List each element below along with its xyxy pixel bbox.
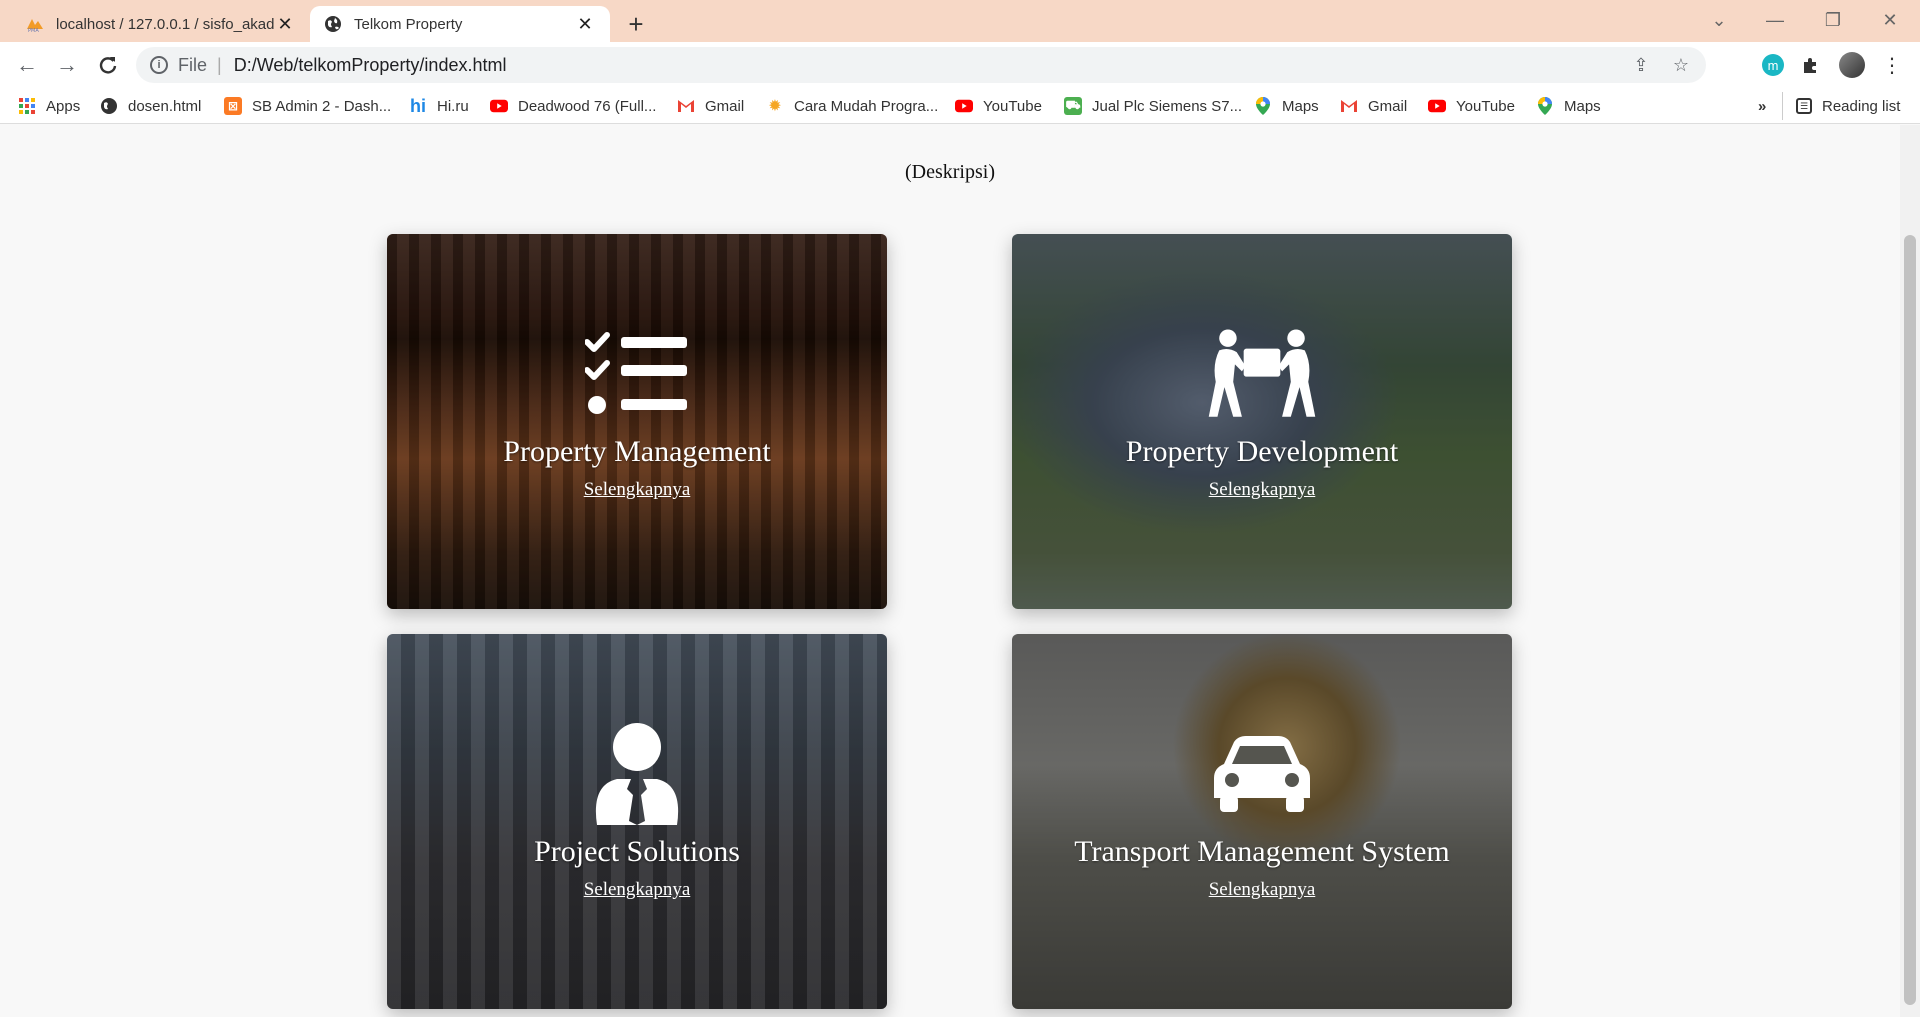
- bookmark-star-icon[interactable]: ☆: [1666, 50, 1696, 80]
- bookmarks-overflow-button[interactable]: »: [1758, 95, 1766, 117]
- card-transport-management[interactable]: Transport Management System Selengkapnya: [1012, 634, 1512, 1009]
- bookmark-label: Maps: [1282, 97, 1319, 115]
- reading-list-button[interactable]: ☰ Reading list: [1796, 95, 1900, 117]
- reload-button[interactable]: [93, 50, 123, 80]
- bookmark-maps[interactable]: Maps: [1254, 95, 1319, 117]
- profile-avatar[interactable]: [1838, 51, 1866, 79]
- card-title: Transport Management System: [1074, 835, 1450, 868]
- bookmark-label: Gmail: [705, 97, 745, 115]
- page-content: (Deskripsi) Property Management Selengka…: [0, 125, 1900, 1017]
- card-project-solutions[interactable]: Project Solutions Selengkapnya: [387, 634, 887, 1009]
- bookmark-maps[interactable]: Maps: [1536, 95, 1601, 117]
- share-icon[interactable]: ⇪: [1626, 50, 1656, 80]
- bookmark-deadwood[interactable]: Deadwood 76 (Full...: [490, 95, 656, 117]
- window-close-icon[interactable]: ✕: [1870, 6, 1910, 34]
- bookmark-gmail[interactable]: Gmail: [677, 95, 744, 117]
- card-link[interactable]: Selengkapnya: [584, 879, 691, 901]
- minimize-icon[interactable]: —: [1755, 6, 1795, 34]
- tab-title: localhost / 127.0.0.1 / sisfo_akade: [56, 15, 274, 33]
- forward-button[interactable]: →: [52, 50, 82, 80]
- xampp-icon: ⊠: [224, 97, 242, 115]
- tab-title: Telkom Property: [354, 15, 463, 33]
- bookmark-label: Hi.ru: [437, 97, 469, 115]
- bookmark-gmail[interactable]: Gmail: [1340, 95, 1407, 117]
- close-tab-icon[interactable]: ✕: [274, 13, 296, 35]
- new-tab-button[interactable]: +: [622, 9, 650, 39]
- maps-icon: [1254, 97, 1272, 115]
- restore-icon[interactable]: ❐: [1813, 6, 1853, 34]
- apps-grid-icon: [18, 97, 36, 115]
- divider: |: [217, 54, 222, 75]
- svg-text:PMA: PMA: [28, 28, 39, 33]
- divider: [1782, 92, 1783, 120]
- youtube-icon: [1428, 97, 1446, 115]
- reading-list-label: Reading list: [1822, 97, 1901, 115]
- card-property-development[interactable]: Property Development Selengkapnya: [1012, 234, 1512, 609]
- bookmark-label: Jual Plc Siemens S7...: [1092, 97, 1243, 115]
- bookmark-label: Maps: [1564, 97, 1601, 115]
- bookmark-label: YouTube: [1456, 97, 1515, 115]
- reload-icon: [99, 57, 117, 74]
- card-property-management[interactable]: Property Management Selengkapnya: [387, 234, 887, 609]
- bookmark-label: SB Admin 2 - Dash...: [252, 97, 392, 115]
- tab-phpmyadmin[interactable]: PMA localhost / 127.0.0.1 / sisfo_akade …: [16, 6, 306, 42]
- people-carry-box-icon: [1207, 329, 1317, 419]
- browser-toolbar: ← → i File | D:/Web/telkomProperty/index…: [0, 42, 1920, 88]
- bookmark-label: YouTube: [983, 97, 1042, 115]
- bookmark-hiru[interactable]: hi Hi.ru: [409, 95, 469, 117]
- gear-icon: ✹: [768, 98, 782, 115]
- hi-icon: hi: [410, 95, 426, 116]
- gmail-icon: [677, 97, 695, 115]
- close-tab-icon[interactable]: ✕: [574, 13, 596, 35]
- gmail-icon: [1340, 97, 1358, 115]
- site-info-icon[interactable]: i: [150, 56, 168, 74]
- extensions-puzzle-icon[interactable]: [1797, 51, 1825, 79]
- globe-icon: [100, 97, 118, 115]
- phpmyadmin-icon: PMA: [26, 15, 44, 34]
- card-title: Project Solutions: [534, 835, 740, 868]
- tab-telkom-property[interactable]: Telkom Property ✕: [310, 6, 610, 42]
- browser-menu-icon[interactable]: ⋮: [1878, 51, 1906, 79]
- tab-strip: PMA localhost / 127.0.0.1 / sisfo_akade …: [0, 0, 1920, 42]
- card-title: Property Development: [1125, 435, 1399, 468]
- vertical-scrollbar[interactable]: [1900, 125, 1920, 1017]
- globe-icon: [324, 15, 342, 33]
- bag-icon: ⛟: [1064, 97, 1082, 115]
- card-title: Property Management: [503, 435, 771, 468]
- bookmark-youtube[interactable]: YouTube: [1428, 95, 1515, 117]
- tab-search-icon[interactable]: ⌄: [1699, 6, 1739, 34]
- bookmarks-bar: Apps dosen.html ⊠ SB Admin 2 - Dash... h…: [0, 88, 1920, 124]
- scrollbar-thumb[interactable]: [1904, 235, 1916, 1005]
- checklist-icon: [582, 329, 692, 419]
- address-bar[interactable]: i File | D:/Web/telkomProperty/index.htm…: [136, 47, 1706, 83]
- bookmark-jual-plc[interactable]: ⛟ Jual Plc Siemens S7...: [1064, 95, 1242, 117]
- user-tie-icon: [582, 723, 692, 825]
- card-link[interactable]: Selengkapnya: [584, 479, 691, 501]
- back-button[interactable]: ←: [12, 50, 42, 80]
- bookmark-cara-mudah[interactable]: ✹ Cara Mudah Progra...: [766, 95, 938, 117]
- extension-m-icon[interactable]: m: [1759, 51, 1787, 79]
- scheme-label: File: [178, 54, 208, 75]
- car-icon: [1207, 729, 1317, 819]
- bookmark-label: Deadwood 76 (Full...: [518, 97, 657, 115]
- url-text[interactable]: D:/Web/telkomProperty/index.html: [234, 55, 1626, 76]
- youtube-icon: [490, 97, 508, 115]
- bookmark-sb-admin[interactable]: ⊠ SB Admin 2 - Dash...: [224, 95, 391, 117]
- youtube-icon: [955, 97, 973, 115]
- card-link[interactable]: Selengkapnya: [1209, 479, 1316, 501]
- bookmark-label: dosen.html: [128, 97, 202, 115]
- reading-list-icon: ☰: [1796, 98, 1812, 114]
- page-description: (Deskripsi): [905, 161, 995, 183]
- bookmark-label: Gmail: [1368, 97, 1408, 115]
- bookmark-label: Apps: [46, 97, 81, 115]
- bookmark-label: Cara Mudah Progra...: [794, 97, 939, 115]
- bookmark-dosen[interactable]: dosen.html: [100, 95, 201, 117]
- maps-icon: [1536, 97, 1554, 115]
- card-link[interactable]: Selengkapnya: [1209, 879, 1316, 901]
- bookmark-apps[interactable]: Apps: [18, 95, 80, 117]
- bookmark-youtube[interactable]: YouTube: [955, 95, 1042, 117]
